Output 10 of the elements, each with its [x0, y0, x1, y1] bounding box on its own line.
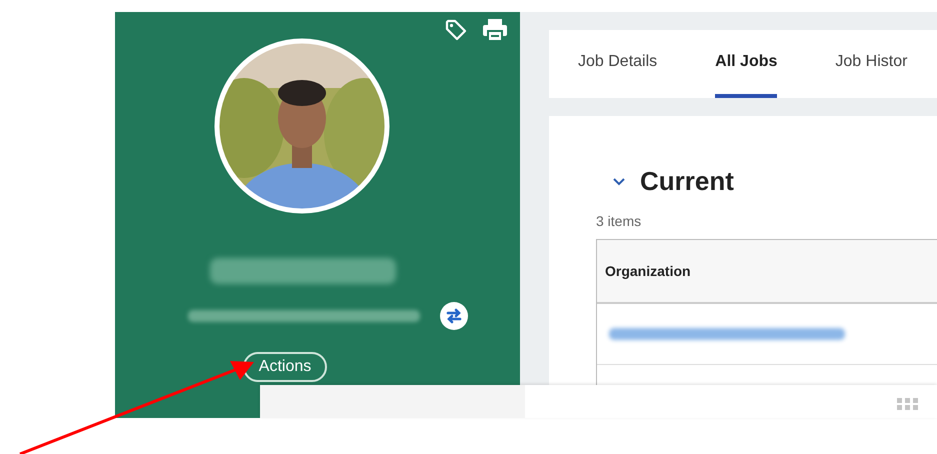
- swap-icon[interactable]: [440, 302, 468, 330]
- tab[interactable]: Job Histor: [835, 30, 908, 98]
- item-count: 3 items: [596, 213, 642, 229]
- column-header: Organization: [605, 263, 691, 279]
- chevron-icon[interactable]: [612, 176, 626, 186]
- tab[interactable]: Job Details: [578, 30, 658, 98]
- tab[interactable]: All Jobs: [715, 30, 778, 98]
- section-title: Current: [640, 166, 734, 197]
- print-icon[interactable]: [482, 18, 508, 42]
- tag-icon[interactable]: [444, 18, 468, 42]
